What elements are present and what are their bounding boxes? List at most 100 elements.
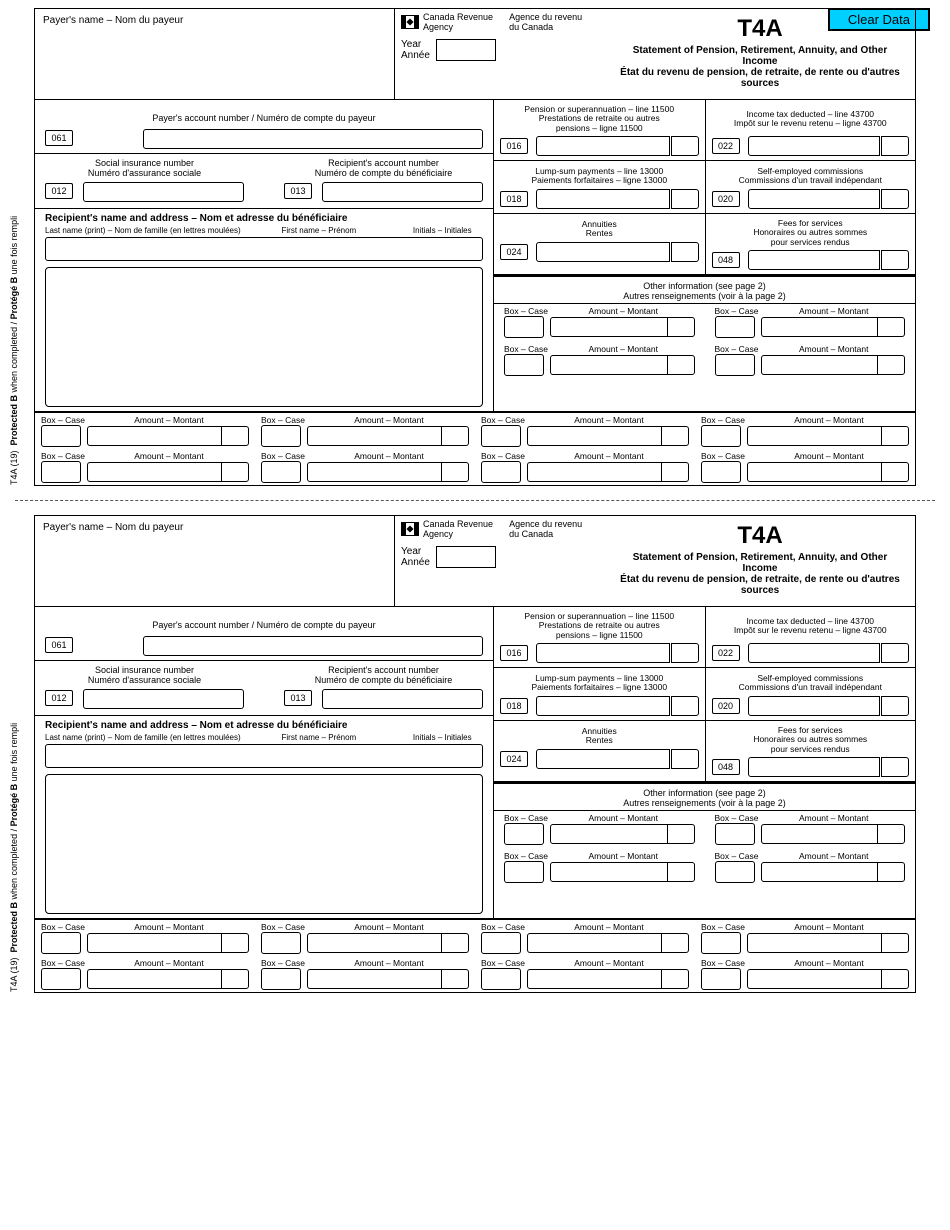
field-020-cents[interactable] [881,696,909,716]
other-box[interactable] [504,354,544,376]
field-020[interactable] [748,189,881,209]
other-box[interactable] [715,316,755,338]
other-amt-cents[interactable] [441,426,469,446]
field-024[interactable] [536,749,670,769]
sin-field[interactable] [83,182,244,202]
field-048[interactable] [748,757,881,777]
other-box[interactable] [481,932,521,954]
other-box[interactable] [504,823,544,845]
field-018-cents[interactable] [671,189,699,209]
other-box[interactable] [481,968,521,990]
field-024[interactable] [536,242,670,262]
field-024-cents[interactable] [671,242,699,262]
sin-field[interactable] [83,689,244,709]
field-022[interactable] [748,136,881,156]
other-amt[interactable] [527,462,662,482]
other-amt-cents[interactable] [881,933,909,953]
other-amt[interactable] [87,462,222,482]
other-amt-cents[interactable] [441,969,469,989]
recip-acct-field[interactable] [322,182,483,202]
field-048-cents[interactable] [881,250,909,270]
other-box[interactable] [41,425,81,447]
field-048-cents[interactable] [881,757,909,777]
other-amt-cents[interactable] [881,462,909,482]
other-box[interactable] [481,461,521,483]
year-field[interactable] [436,546,496,568]
other-amt[interactable] [761,824,879,844]
field-048[interactable] [748,250,881,270]
other-amt[interactable] [307,933,442,953]
other-box[interactable] [715,823,755,845]
address-field[interactable] [45,267,483,407]
other-amt-cents[interactable] [221,462,249,482]
other-amt-cents[interactable] [221,426,249,446]
payer-acct-field[interactable] [143,129,483,149]
other-amt-cents[interactable] [661,462,689,482]
other-amt[interactable] [527,933,662,953]
other-amt[interactable] [307,426,442,446]
other-box[interactable] [41,932,81,954]
other-amt-cents[interactable] [661,426,689,446]
other-amt-cents[interactable] [881,969,909,989]
other-amt[interactable] [747,426,882,446]
other-box[interactable] [715,354,755,376]
field-016-cents[interactable] [671,643,699,663]
field-022[interactable] [748,643,881,663]
other-box[interactable] [715,861,755,883]
other-box[interactable] [41,461,81,483]
other-box[interactable] [261,461,301,483]
other-amt-cents[interactable] [441,462,469,482]
other-amt[interactable] [527,426,662,446]
other-amt[interactable] [761,355,879,375]
other-amt[interactable] [307,462,442,482]
name-field[interactable] [45,744,483,768]
payer-acct-field[interactable] [143,636,483,656]
other-amt-cents[interactable] [661,933,689,953]
other-amt-cents[interactable] [877,824,905,844]
other-amt[interactable] [761,862,879,882]
other-box[interactable] [701,461,741,483]
other-box[interactable] [261,968,301,990]
other-box[interactable] [41,968,81,990]
field-018[interactable] [536,696,670,716]
field-020-cents[interactable] [881,189,909,209]
field-020[interactable] [748,696,881,716]
other-amt-cents[interactable] [881,426,909,446]
other-box[interactable] [261,425,301,447]
other-amt[interactable] [527,969,662,989]
other-amt-cents[interactable] [221,969,249,989]
other-amt[interactable] [87,426,222,446]
field-024-cents[interactable] [671,749,699,769]
other-amt-cents[interactable] [877,317,905,337]
other-box[interactable] [701,932,741,954]
field-022-cents[interactable] [881,643,909,663]
other-box[interactable] [504,316,544,338]
name-field[interactable] [45,237,483,261]
field-016[interactable] [536,136,670,156]
other-box[interactable] [261,932,301,954]
other-amt[interactable] [761,317,879,337]
year-field[interactable] [436,39,496,61]
other-amt[interactable] [87,969,222,989]
recip-acct-field[interactable] [322,689,483,709]
other-amt[interactable] [747,933,882,953]
field-018[interactable] [536,189,670,209]
other-box[interactable] [481,425,521,447]
other-amt-cents[interactable] [661,969,689,989]
other-box[interactable] [504,861,544,883]
other-amt[interactable] [550,317,668,337]
other-amt[interactable] [87,933,222,953]
other-amt-cents[interactable] [667,317,695,337]
other-amt-cents[interactable] [877,862,905,882]
field-022-cents[interactable] [881,136,909,156]
other-box[interactable] [701,968,741,990]
other-amt-cents[interactable] [667,824,695,844]
other-amt[interactable] [550,862,668,882]
other-amt[interactable] [550,355,668,375]
other-amt-cents[interactable] [221,933,249,953]
other-amt-cents[interactable] [667,862,695,882]
field-016[interactable] [536,643,670,663]
other-amt[interactable] [307,969,442,989]
other-amt-cents[interactable] [877,355,905,375]
payer-name-area[interactable]: Payer's name – Nom du payeur [35,9,395,99]
